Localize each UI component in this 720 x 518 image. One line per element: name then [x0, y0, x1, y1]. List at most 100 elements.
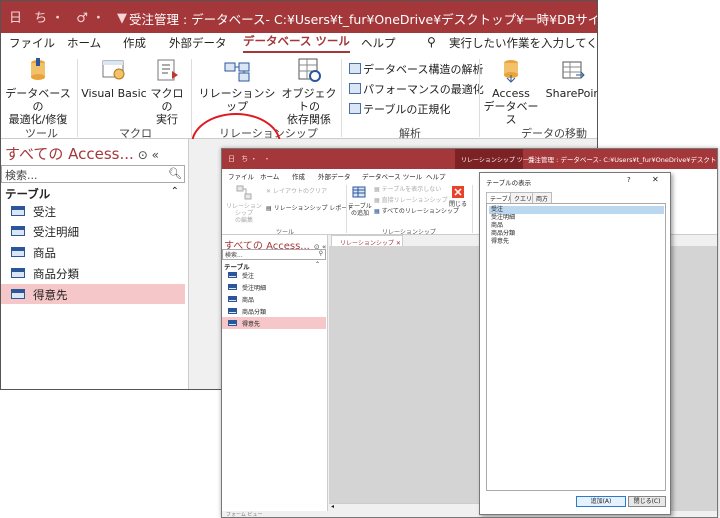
close-ribbon-button[interactable]: 閉じる [448, 185, 468, 208]
tell-me-box[interactable]: 実行したい作業を入力してくださ [449, 35, 597, 51]
object-dependencies-icon [298, 58, 321, 82]
nav-item-label: 受注明細 [242, 285, 267, 292]
edit-relationships-label: リレーションシップ の編集 [226, 203, 262, 224]
table-analyzer-button[interactable]: テーブルの正規化 [349, 101, 450, 117]
context-tab-header: リレーションシップ ツール [455, 149, 535, 169]
access-database-icon [504, 60, 518, 83]
nav-item-table[interactable]: 受注 [222, 269, 326, 281]
tab-create[interactable]: 作成 [123, 35, 146, 51]
tab-home[interactable]: ホーム [67, 35, 101, 51]
tab-home[interactable]: ホーム [260, 171, 279, 181]
relationships-icon [224, 62, 250, 82]
tab-help[interactable]: ヘルプ [361, 35, 396, 51]
nav-header[interactable]: すべての Access... ⊙ « [5, 143, 159, 164]
table-icon [228, 296, 237, 302]
edit-relationships-icon [236, 185, 252, 200]
nav-item-table-selected[interactable]: 得意先 [1, 284, 185, 304]
hide-table-label: テーブルを表示しない [381, 186, 442, 193]
relationship-report-button[interactable]: ▤ リレーションシップ レポート [266, 205, 353, 212]
hide-table-button[interactable]: ▦ テーブルを表示しない [374, 186, 441, 193]
tab-database-tools[interactable]: データベース ツール [243, 33, 350, 53]
compact-repair-button[interactable]: データベースの 最適化/修復 [3, 57, 73, 126]
sharepoint-icon [562, 61, 585, 79]
visual-basic-label: Visual Basic [81, 87, 147, 100]
window-title: 受注管理 : データベース- C:¥Users¥t_fur¥OneDrive¥デ… [129, 12, 597, 27]
visual-basic-button[interactable]: Visual Basic [81, 57, 147, 100]
add-table-icon [352, 186, 366, 198]
nav-header-label: すべての Access... [5, 145, 134, 163]
nav-item-table[interactable]: 商品 [1, 242, 185, 262]
collapse-icon[interactable]: ⌃ [171, 186, 179, 197]
direct-relationships-button[interactable]: ▦ 直接リレーションシップ [374, 197, 447, 204]
nav-item-table[interactable]: 受注明細 [222, 281, 326, 293]
table-list[interactable]: 受注 受注明細 商品 商品分類 得意先 [486, 203, 666, 491]
clear-layout-label: レイアウトのクリア [272, 188, 327, 195]
search-icon[interactable]: 🔍︎ [168, 167, 182, 180]
close-button[interactable]: ✕ [652, 175, 659, 184]
object-dependencies-button[interactable]: オブジェクトの 依存関係 [281, 57, 337, 126]
tab-create[interactable]: 作成 [292, 171, 305, 181]
add-table-label: テーブル の追加 [348, 203, 372, 217]
direct-relationships-label: 直接リレーションシップ [381, 197, 448, 204]
close-icon [452, 186, 464, 198]
table-icon [228, 272, 237, 278]
database-documenter-button[interactable]: データベース構造の解析 [349, 61, 483, 77]
document-tab-relationships[interactable]: リレーションシップ ✕ [331, 235, 403, 247]
collapse-icon[interactable]: ⌃ [315, 261, 320, 268]
nav-item-label: 商品分類 [33, 267, 79, 281]
run-macro-icon [157, 59, 178, 81]
add-button[interactable]: 追加(A) [576, 496, 626, 507]
performance-analyzer-button[interactable]: パフォーマンスの最適化 [349, 81, 484, 97]
nav-item-table[interactable]: 受注 [1, 201, 185, 221]
list-item[interactable]: 受注明細 [489, 214, 664, 222]
nav-item-table[interactable]: 商品分類 [1, 263, 185, 283]
list-item[interactable]: 得意先 [489, 238, 664, 246]
quick-access-toolbar[interactable]: 日 ち・ ♂・ ▼ [9, 7, 131, 26]
horizontal-scrollbar[interactable]: ◂ [329, 503, 479, 511]
nav-item-label: 商品 [242, 297, 255, 304]
close-dialog-button[interactable]: 閉じる(C) [628, 496, 666, 507]
close-label: 閉じる [448, 201, 467, 208]
search-icon[interactable]: ⚲ [427, 35, 436, 49]
nav-item-table[interactable]: 商品分類 [222, 305, 326, 317]
performance-icon [349, 83, 361, 94]
all-relationships-icon: ▦ [374, 208, 380, 215]
nav-item-label: 得意先 [242, 321, 261, 328]
relationships-button[interactable]: リレーションシップ [195, 61, 279, 113]
help-button[interactable]: ? [627, 176, 631, 184]
nav-item-table-selected[interactable]: 得意先 [222, 317, 326, 329]
table-icon [228, 284, 237, 290]
nav-item-table[interactable]: 商品 [222, 293, 326, 305]
tab-database-tools[interactable]: データベース ツール [362, 171, 422, 181]
tab-external-data[interactable]: 外部データ [318, 171, 351, 181]
clear-layout-button[interactable]: ✕ レイアウトのクリア [266, 188, 327, 195]
list-item-selected[interactable]: 受注 [489, 206, 664, 214]
list-item[interactable]: 商品 [489, 222, 664, 230]
tab-file[interactable]: ファイル [9, 35, 55, 51]
quick-access-toolbar[interactable]: 日 ち・ ・ [228, 154, 272, 164]
nav-search-placeholder: 検索... [225, 252, 243, 259]
nav-section-tables[interactable]: テーブル ⌃ [5, 186, 183, 202]
run-macro-button[interactable]: マクロの 実行 [147, 57, 187, 126]
nav-menu-chevron-icon[interactable]: ⊙ « [138, 148, 159, 162]
nav-search-input[interactable]: 検索... 🔍︎ [1, 165, 185, 183]
access-database-button[interactable]: Access データベース [483, 57, 539, 126]
sharepoint-button[interactable]: SharePoin [545, 57, 597, 100]
visual-basic-icon [102, 60, 125, 80]
tab-file[interactable]: ファイル [228, 171, 254, 181]
tab-help[interactable]: ヘルプ [426, 171, 446, 181]
tab-external-data[interactable]: 外部データ [169, 35, 227, 51]
compact-repair-icon [31, 58, 45, 80]
table-icon [11, 226, 25, 236]
add-table-button[interactable]: テーブル の追加 [348, 185, 372, 217]
all-relationships-button[interactable]: ▦ すべてのリレーションシップ [374, 208, 459, 215]
nav-search-input[interactable]: 検索... ⚲ [222, 249, 326, 260]
search-icon[interactable]: ⚲ [319, 250, 323, 257]
scroll-left-icon[interactable]: ◂ [331, 503, 334, 510]
nav-item-label: 受注 [33, 205, 56, 219]
access-database-label: Access データベース [483, 87, 539, 126]
nav-item-table[interactable]: 受注明細 [1, 221, 185, 241]
nav-item-label: 受注明細 [33, 225, 79, 239]
edit-relationships-button[interactable]: リレーションシップ の編集 [224, 185, 264, 224]
list-item[interactable]: 商品分類 [489, 230, 664, 238]
